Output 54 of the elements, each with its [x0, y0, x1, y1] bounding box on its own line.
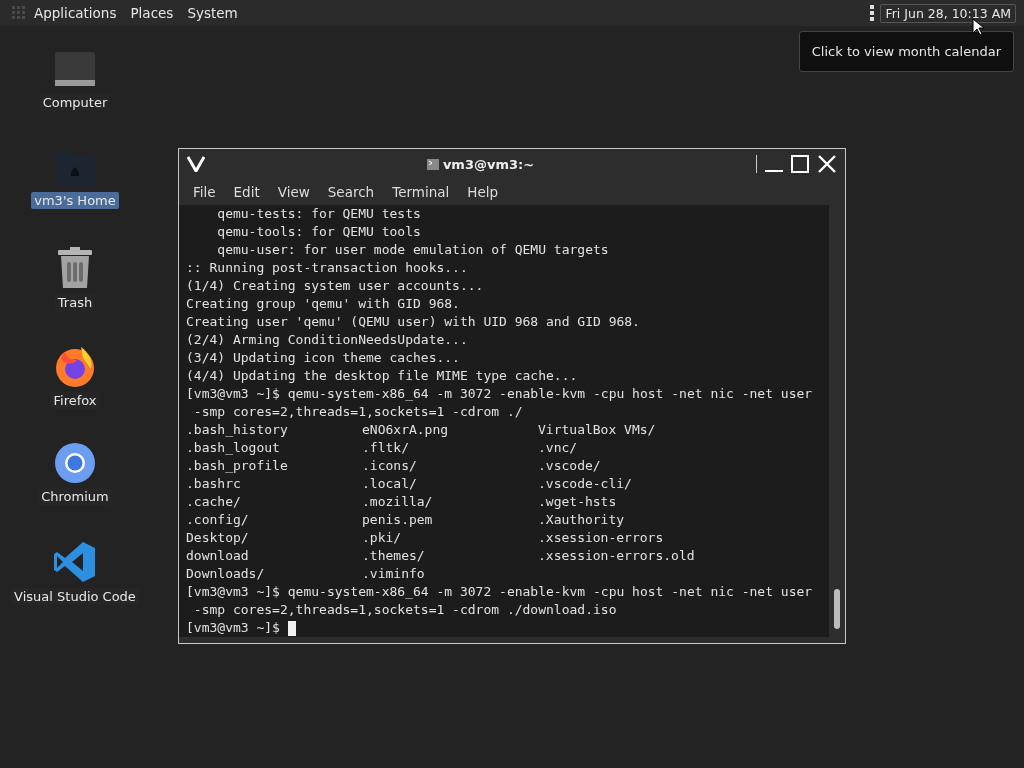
prompt: [vm3@vm3 ~]$	[186, 619, 280, 637]
file-name: .pki/	[362, 529, 403, 547]
menu-item[interactable]: View	[277, 184, 310, 200]
clock[interactable]: Fri Jun 28, 10:13 AM	[880, 3, 1016, 23]
file-name: .xsession-errors.old	[538, 547, 696, 565]
file-name: .bashrc	[186, 475, 242, 493]
panel-menu[interactable]: System	[187, 5, 238, 21]
file-name: .fltk/	[362, 439, 410, 457]
file-name: penis.pem	[362, 511, 434, 529]
file-name: .mozilla/	[362, 493, 434, 511]
output-line: [vm3@vm3 ~]$ qemu-system-x86_64 -m 3072 -enable-kvm -cpu host -net nic -net user	[186, 385, 813, 403]
file-name: .vscode-cli/	[538, 475, 633, 493]
menu-item[interactable]: Terminal	[392, 184, 450, 200]
window-title: vm3@vm3:~	[442, 156, 535, 172]
output-line: Creating group 'qemu' with GID 968.	[186, 295, 460, 313]
panel-menu[interactable]: Applications	[34, 5, 117, 21]
tooltip: Click to view month calendar	[798, 31, 1014, 72]
file-name: .vscode/	[538, 457, 602, 475]
output-line: (2/4) Arming ConditionNeedsUpdate...	[186, 331, 468, 349]
output-line: qemu-tools: for QEMU tools	[216, 223, 421, 241]
file-name: download	[186, 547, 250, 565]
file-name: .bash_profile	[186, 457, 289, 475]
output-line: qemu-user: for user mode emulation of QEMU targets	[216, 241, 609, 259]
output-line: (3/4) Updating icon theme caches...	[186, 349, 460, 367]
menu-item[interactable]: Help	[467, 184, 499, 200]
output-line: Creating user 'qemu' (QEMU user) with UID 968 and GID 968.	[186, 313, 640, 331]
output-line: [vm3@vm3 ~]$ qemu-system-x86_64 -m 3072 -enable-kvm -cpu host -net nic -net user	[186, 583, 813, 601]
output-line: -smp cores=2,threads=1,sockets=1 -cdrom ./	[192, 403, 523, 421]
output-line: (4/4) Updating the desktop file MIME type cache...	[186, 367, 578, 385]
output-line: -smp cores=2,threads=1,sockets=1 -cdrom ./download.iso	[192, 601, 617, 619]
menu-item[interactable]: Edit	[233, 184, 260, 200]
file-name: VirtualBox VMs/	[538, 421, 657, 439]
file-name: .bash_history	[186, 421, 289, 439]
file-name: .xsession-errors	[538, 529, 665, 547]
file-name: Desktop/	[186, 529, 250, 547]
file-name: .bash_logout	[186, 439, 281, 457]
menu-item[interactable]: File	[193, 184, 216, 200]
file-name: .themes/	[362, 547, 426, 565]
output-line: :: Running post-transaction hooks...	[186, 259, 468, 277]
file-name: .Xauthority	[538, 511, 626, 529]
file-name: .wget-hsts	[538, 493, 618, 511]
panel-menu[interactable]: Places	[130, 5, 174, 21]
file-name: .vnc/	[538, 439, 579, 457]
file-name: .cache/	[186, 493, 242, 511]
icon-label[interactable]: vm3's Home	[31, 192, 119, 209]
output-line: (1/4) Creating system user accounts...	[186, 277, 484, 295]
file-name: Downloads/	[186, 565, 266, 583]
file-name: .icons/	[362, 457, 418, 475]
file-name: eNO6xrA.png	[362, 421, 450, 439]
menu-item[interactable]: Search	[327, 184, 375, 200]
file-name: .local/	[362, 475, 418, 493]
file-name: .viminfo	[362, 565, 426, 583]
file-name: .config/	[186, 511, 250, 529]
output-line: qemu-tests: for QEMU tests	[216, 205, 421, 223]
